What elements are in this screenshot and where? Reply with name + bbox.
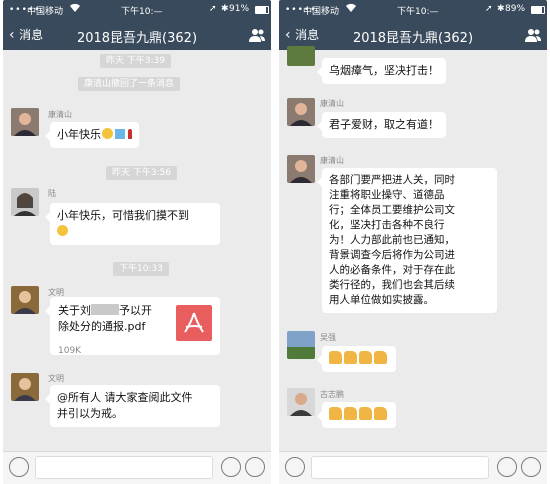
message-bubble[interactable]: @所有人 请大家查阅此文件 并引以为戒。: [45, 385, 220, 427]
sender-name: 吴强: [320, 333, 336, 342]
thumbs-up-emoji-icon: [359, 351, 372, 364]
thumbs-up-emoji-icon: [344, 407, 357, 420]
message-bubble[interactable]: 小年快乐: [45, 122, 139, 148]
avatar[interactable]: [11, 188, 39, 216]
timestamp: 昨天 下午3:56: [106, 166, 178, 180]
rose-emoji-icon: [128, 129, 132, 139]
carrier-label: 中国移动: [303, 7, 340, 17]
thumbs-up-emoji-icon: [344, 351, 357, 364]
avatar[interactable]: [11, 108, 39, 136]
avatar[interactable]: [287, 46, 315, 66]
message-line: 并引以为戒。: [57, 407, 123, 420]
message-text: 小年快乐: [57, 128, 101, 141]
bluetooth-icon: ✱: [221, 4, 229, 14]
group-members-icon[interactable]: [249, 27, 265, 46]
file-message[interactable]: 关于刘 予以开 除处分的通报.pdf 109K: [45, 297, 220, 356]
message-bubble[interactable]: 各部门要严把进人关，同时 注重将职业操守、道德品 行；全体员工要维护公司文 化，…: [317, 168, 497, 313]
thumbs-up-emoji-icon: [329, 407, 342, 420]
message-line: 注重将职业操守、道德品: [329, 189, 445, 201]
chat-header: ‹ 消息 2018昆吾九鼎(362): [279, 20, 547, 50]
thumbs-up-emoji-icon: [374, 407, 387, 420]
thumbs-up-emoji-icon: [329, 351, 342, 364]
input-bar: [279, 451, 547, 484]
battery-percent: 91%: [229, 4, 250, 14]
message-bubble[interactable]: 君子爱财，取之有道！: [317, 112, 446, 138]
battery-percent: 89%: [505, 4, 526, 14]
avatar[interactable]: [287, 331, 315, 359]
message-input[interactable]: [311, 456, 489, 479]
message-line: 人的必备条件，对于存在此: [329, 264, 455, 276]
message-bubble[interactable]: 乌烟瘴气，坚决打击！: [317, 58, 446, 84]
message-text: 乌烟瘴气，坚决打击！: [329, 64, 439, 77]
bluetooth-icon: ✱: [497, 4, 505, 14]
input-bar: [3, 451, 271, 484]
avatar[interactable]: [287, 155, 315, 183]
status-bar: ••••• 中国移动 下午10:— ➚ ✱ 89%: [279, 0, 547, 20]
avatar[interactable]: [11, 286, 39, 314]
sender-name: 康清山: [48, 110, 72, 119]
pdf-file-icon: [176, 305, 212, 341]
voice-icon[interactable]: [9, 457, 29, 477]
timestamp: 下午10:33: [113, 262, 169, 276]
message-line: 化，坚决打击各种不良行: [329, 219, 445, 231]
sender-name: 文明: [48, 374, 64, 383]
location-icon: ➚: [485, 4, 493, 14]
message-bubble[interactable]: 小年快乐，可惜我们摸不到: [45, 203, 220, 245]
message-line: 背景调查今后将作为公司进: [329, 249, 455, 261]
voice-icon[interactable]: [285, 457, 305, 477]
status-bar: ••••• 中国移动 下午10:— ➚ ✱ 91%: [3, 0, 271, 20]
group-members-icon[interactable]: [525, 27, 541, 46]
battery-icon: [255, 6, 269, 14]
location-icon: ➚: [209, 4, 217, 14]
clock-label: 下午10:—: [121, 7, 163, 17]
message-line: 用人单位做如实披露。: [329, 294, 434, 306]
message-text: 小年快乐，可惜我们摸不到: [57, 209, 189, 222]
sender-name: 陆: [48, 189, 56, 198]
emoji-icon[interactable]: [497, 457, 517, 477]
plus-icon[interactable]: [521, 457, 541, 477]
avatar[interactable]: [287, 98, 315, 126]
message-text: 君子爱财，取之有道！: [329, 118, 439, 131]
chat-header: ‹ 消息 2018昆吾九鼎(362): [3, 20, 271, 50]
timestamp: 昨天 下午3:39: [100, 54, 172, 68]
redacted-text: [91, 304, 119, 315]
sender-name: 康清山: [320, 99, 344, 108]
message-line: @所有人 请大家查阅此文件: [57, 391, 193, 404]
message-line: 为！人力部此前也已通知，: [329, 234, 455, 246]
emoji-icon[interactable]: [221, 457, 241, 477]
smile-emoji-icon: [102, 128, 113, 139]
thumbs-up-emoji-icon: [359, 407, 372, 420]
thumbs-up-emoji-icon: [374, 351, 387, 364]
recall-notice: 康清山撤回了一条消息: [78, 77, 181, 91]
message-input[interactable]: [35, 456, 213, 479]
wifi-icon: [70, 3, 80, 15]
message-line: 各部门要严把进人关，同时: [329, 174, 455, 186]
chat-screen-right: ••••• 中国移动 下午10:— ➚ ✱ 89% ‹ 消息 2018昆吾九鼎(…: [279, 0, 547, 484]
message-line: 行；全体员工要维护公司文: [329, 204, 455, 216]
carrier-label: 中国移动: [27, 7, 64, 17]
chat-title: 2018昆吾九鼎(362): [76, 31, 198, 46]
message-bubble[interactable]: [317, 402, 396, 428]
message-bubble[interactable]: [317, 346, 396, 372]
gift-emoji-icon: [115, 129, 125, 139]
plus-icon[interactable]: [245, 457, 265, 477]
sender-name: 古志鹏: [320, 390, 344, 399]
avatar[interactable]: [11, 373, 39, 401]
hug-emoji-icon: [57, 225, 68, 236]
avatar[interactable]: [287, 388, 315, 416]
chat-title: 2018昆吾九鼎(362): [352, 31, 474, 46]
clock-label: 下午10:—: [397, 7, 439, 17]
battery-icon: [531, 6, 545, 14]
wifi-icon: [346, 3, 356, 15]
message-line: 类行径的，我们也会其后续: [329, 279, 455, 291]
file-size: 109K: [58, 346, 82, 356]
sender-name: 康清山: [320, 156, 344, 165]
chat-screen-left: ••••• 中国移动 下午10:— ➚ ✱ 91% ‹ 消息 2018昆吾九鼎(…: [3, 0, 271, 484]
